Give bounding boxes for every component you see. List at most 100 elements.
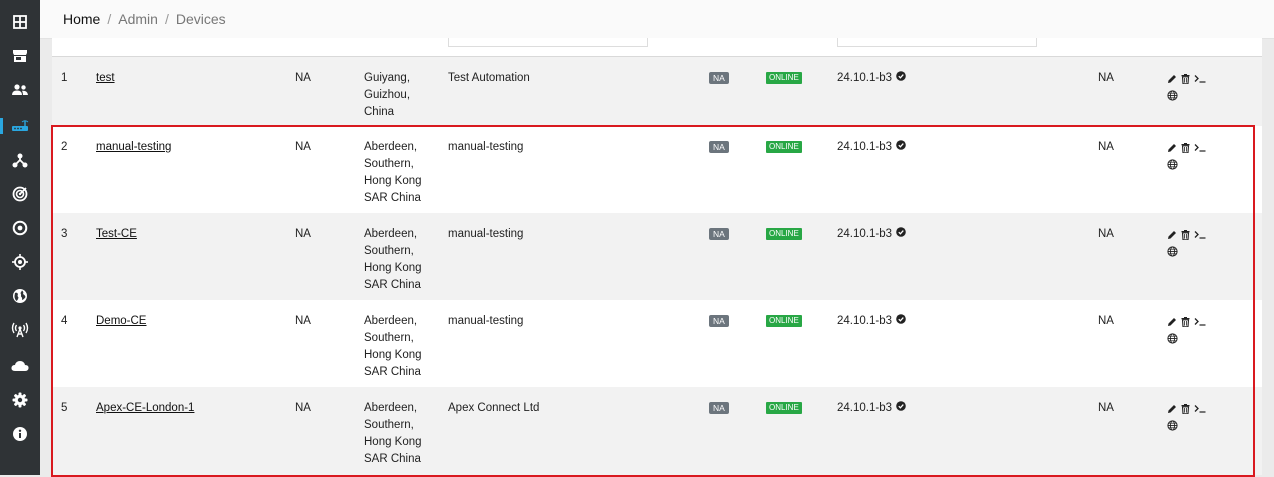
sidebar-item-gear[interactable] (0, 386, 40, 414)
terminal-icon[interactable] (1194, 317, 1206, 326)
sidebar-item-info[interactable] (0, 420, 40, 448)
sidebar (0, 0, 40, 475)
delete-trash-icon[interactable] (1181, 403, 1190, 414)
device-customer: manual-testing (448, 141, 524, 153)
delete-trash-icon[interactable] (1181, 229, 1190, 240)
edit-pencil-icon[interactable] (1167, 230, 1177, 240)
sidebar-item-target-circle[interactable] (0, 214, 40, 242)
sidebar-item-users[interactable] (0, 76, 40, 104)
na-badge: NA (709, 141, 729, 153)
actions-line (1167, 226, 1217, 243)
device-version: 24.10.1-b3 (837, 226, 906, 243)
actions-line (1167, 156, 1217, 173)
version-text: 24.10.1-b3 (837, 72, 892, 84)
location-line: Aberdeen, (364, 141, 418, 153)
check-circle-icon (896, 400, 906, 417)
location-line: SAR China (364, 366, 421, 378)
device-version: 24.10.1-b3 (837, 139, 906, 156)
device-customer: manual-testing (448, 315, 524, 327)
wireless-tower-icon (11, 322, 29, 338)
version-filter-input[interactable] (837, 38, 1037, 47)
device-name-link[interactable]: Demo-CE (96, 313, 146, 330)
terminal-icon[interactable] (1194, 230, 1206, 239)
check-circle-icon (896, 226, 906, 243)
globe-icon[interactable] (1167, 159, 1178, 170)
sidebar-item-globe[interactable] (0, 282, 40, 310)
edit-pencil-icon[interactable] (1167, 143, 1177, 153)
device-field-value: NA (1098, 228, 1114, 240)
device-name-link[interactable]: Apex-CE-London-1 (96, 400, 194, 417)
version-text: 24.10.1-b3 (837, 315, 892, 327)
check-circle-icon (896, 313, 906, 330)
sidebar-item-wireless-tower[interactable] (0, 316, 40, 344)
device-name-link[interactable]: Test-CE (96, 226, 137, 243)
sidebar-item-store[interactable] (0, 42, 40, 70)
breadcrumb-separator: / (107, 11, 112, 27)
check-circle-icon (896, 139, 906, 156)
network-hierarchy-icon (12, 152, 28, 168)
terminal-icon[interactable] (1194, 74, 1206, 83)
delete-trash-icon[interactable] (1181, 316, 1190, 327)
version-text: 24.10.1-b3 (837, 141, 892, 153)
delete-trash-icon[interactable] (1181, 73, 1190, 84)
device-version: 24.10.1-b3 (837, 313, 906, 330)
edit-pencil-icon[interactable] (1167, 404, 1177, 414)
location-line: Southern, (364, 245, 414, 257)
sidebar-item-crosshair-location[interactable] (0, 248, 40, 276)
table-row: 2 manual-testing NA Aberdeen, Southern, Hong … (52, 126, 1262, 213)
device-version: 24.10.1-b3 (837, 400, 906, 417)
cloud-icon (11, 360, 29, 372)
location-line: SAR China (364, 279, 421, 291)
sidebar-item-network-hierarchy[interactable] (0, 146, 40, 174)
delete-trash-icon[interactable] (1181, 142, 1190, 153)
status-badge: ONLINE (766, 402, 802, 414)
users-icon (12, 84, 28, 96)
sidebar-item-router[interactable] (0, 112, 40, 140)
device-field-value: NA (295, 141, 311, 153)
location-line: China (364, 106, 395, 118)
actions-line (1167, 400, 1217, 417)
customer-filter-input[interactable] (448, 38, 648, 47)
target-circle-icon (12, 220, 28, 236)
breadcrumb-home[interactable]: Home (63, 11, 100, 27)
version-text: 24.10.1-b3 (837, 402, 892, 414)
row-number: 1 (61, 72, 68, 84)
globe-icon[interactable] (1167, 246, 1178, 257)
breadcrumb-admin[interactable]: Admin (118, 11, 158, 27)
globe-icon[interactable] (1167, 90, 1178, 101)
device-customer: Test Automation (448, 72, 530, 84)
edit-pencil-icon[interactable] (1167, 317, 1177, 327)
status-badge: ONLINE (766, 228, 802, 240)
na-badge: NA (709, 228, 729, 240)
row-number: 3 (61, 228, 68, 240)
row-number: 4 (61, 315, 68, 327)
globe-icon[interactable] (1167, 420, 1178, 431)
edit-pencil-icon[interactable] (1167, 74, 1177, 84)
location-line: Southern, (364, 158, 414, 170)
router-icon (11, 120, 29, 132)
actions-line (1167, 313, 1217, 330)
device-customer: Apex Connect Ltd (448, 402, 540, 414)
radar-icon (12, 186, 28, 202)
sidebar-item-dashboard-grid[interactable] (0, 8, 40, 36)
device-name-link[interactable]: test (96, 70, 115, 87)
version-text: 24.10.1-b3 (837, 228, 892, 240)
sidebar-item-cloud[interactable] (0, 352, 40, 380)
terminal-icon[interactable] (1194, 404, 1206, 413)
table-row: 3 Test-CE NA Aberdeen, Southern, Hong Kong SAR… (52, 213, 1262, 300)
terminal-icon[interactable] (1194, 143, 1206, 152)
location-line: Southern, (364, 419, 414, 431)
store-icon (12, 49, 28, 63)
location-line: Guizhou, (364, 89, 411, 101)
device-name-link[interactable]: manual-testing (96, 139, 171, 156)
actions-line (1167, 139, 1217, 156)
row-actions (1167, 400, 1217, 434)
table-row: 4 Demo-CE NA Aberdeen, Southern, Hong Kong SAR… (52, 300, 1262, 387)
globe-icon[interactable] (1167, 333, 1178, 344)
row-number: 2 (61, 141, 68, 153)
crosshair-location-icon (12, 254, 28, 270)
location-line: SAR China (364, 453, 421, 465)
sidebar-item-radar[interactable] (0, 180, 40, 208)
actions-line (1167, 87, 1217, 104)
location-line: Aberdeen, (364, 228, 418, 240)
